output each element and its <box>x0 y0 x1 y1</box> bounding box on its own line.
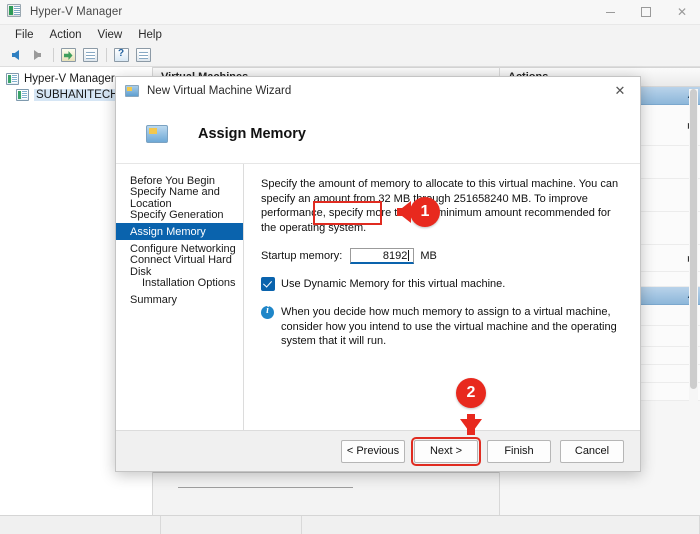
info-icon <box>261 305 274 319</box>
wizard-banner: Assign Memory <box>116 105 640 163</box>
wizard-title: New Virtual Machine Wizard <box>147 85 292 97</box>
wizard-close-button[interactable]: ✕ <box>600 77 640 105</box>
maximize-button[interactable] <box>628 0 664 24</box>
show-pane-button[interactable] <box>80 46 100 64</box>
wizard-nav-specify-name-and-location[interactable]: Specify Name and Location <box>116 186 243 210</box>
toolbar-separator-2 <box>106 48 107 62</box>
dynamic-memory-checkbox[interactable] <box>261 277 275 291</box>
startup-memory-unit: MB <box>420 250 437 262</box>
wizard-app-icon <box>125 85 139 97</box>
dynamic-memory-row[interactable]: Use Dynamic Memory for this virtual mach… <box>261 277 623 291</box>
wizard-content: Before You Begin Specify Name and Locati… <box>116 163 640 430</box>
title-bar: Hyper-V Manager ✕ <box>0 0 700 25</box>
actions-scrollbar-thumb[interactable] <box>690 89 697 389</box>
help-button[interactable] <box>111 46 131 64</box>
window-controls: ✕ <box>592 0 700 24</box>
status-bar <box>0 515 700 534</box>
startup-memory-row: Startup memory: MB <box>261 248 623 264</box>
toolbar <box>0 44 700 67</box>
forward-button[interactable] <box>27 46 47 64</box>
new-vm-wizard-dialog: New Virtual Machine Wizard ✕ Assign Memo… <box>115 76 641 472</box>
wizard-nav-list: Before You Begin Specify Name and Locati… <box>116 164 244 430</box>
server-icon <box>16 89 29 101</box>
assign-memory-icon <box>146 125 168 143</box>
hyperv-manager-icon <box>6 73 19 85</box>
toolbar-separator-1 <box>53 48 54 62</box>
startup-memory-input-wrapper[interactable] <box>350 248 415 264</box>
wizard-nav-connect-virtual-hard-disk[interactable]: Connect Virtual Hard Disk <box>116 254 243 278</box>
info-note-text: When you decide how much memory to assig… <box>281 306 617 347</box>
menu-bar: File Action View Help <box>0 25 700 44</box>
wizard-nav-assign-memory[interactable]: Assign Memory <box>116 223 243 240</box>
detail-body <box>153 473 499 515</box>
previous-button[interactable]: < Previous <box>341 439 405 463</box>
back-button[interactable] <box>5 46 25 64</box>
wizard-main-panel: Specify the amount of memory to allocate… <box>244 164 640 430</box>
wizard-footer: < Previous Next > Finish Cancel <box>116 430 640 471</box>
detail-divider <box>178 487 353 488</box>
maximize-icon <box>641 7 651 17</box>
assign-memory-description: Specify the amount of memory to allocate… <box>261 178 619 234</box>
menu-item-file[interactable]: File <box>7 27 42 43</box>
menu-item-action[interactable]: Action <box>42 27 90 43</box>
refresh-icon <box>60 48 76 62</box>
list-view-button[interactable] <box>133 46 153 64</box>
cancel-button[interactable]: Cancel <box>560 439 624 463</box>
text-caret <box>408 250 410 261</box>
menu-item-help[interactable]: Help <box>130 27 170 43</box>
menu-item-view[interactable]: View <box>90 27 131 43</box>
minimize-button[interactable] <box>592 0 628 24</box>
back-icon <box>11 50 19 60</box>
status-cell-3 <box>302 516 700 534</box>
forward-icon <box>33 50 41 60</box>
dynamic-memory-label: Use Dynamic Memory for this virtual mach… <box>281 278 506 290</box>
show-pane-icon <box>82 48 98 62</box>
help-icon <box>113 48 129 62</box>
finish-button[interactable]: Finish <box>487 439 551 463</box>
status-cell-2 <box>161 516 302 534</box>
status-cell-1 <box>0 516 161 534</box>
minimize-icon <box>605 11 615 13</box>
wizard-title-bar: New Virtual Machine Wizard ✕ <box>116 77 640 105</box>
close-icon: ✕ <box>676 5 688 19</box>
info-note-row: When you decide how much memory to assig… <box>261 305 623 349</box>
window-title: Hyper-V Manager <box>30 6 123 18</box>
refresh-button[interactable] <box>58 46 78 64</box>
wizard-page-title: Assign Memory <box>198 126 306 142</box>
startup-memory-input[interactable] <box>351 249 408 262</box>
close-icon: ✕ <box>614 83 626 98</box>
close-button[interactable]: ✕ <box>664 0 700 24</box>
list-view-icon <box>135 48 151 62</box>
actions-scrollbar[interactable] <box>689 89 698 513</box>
tree-root-label: Hyper-V Manager <box>24 73 115 85</box>
startup-memory-label: Startup memory: <box>261 250 343 262</box>
wizard-nav-summary[interactable]: Summary <box>116 291 243 308</box>
next-button[interactable]: Next > <box>411 436 481 466</box>
hyperv-icon <box>7 4 23 20</box>
